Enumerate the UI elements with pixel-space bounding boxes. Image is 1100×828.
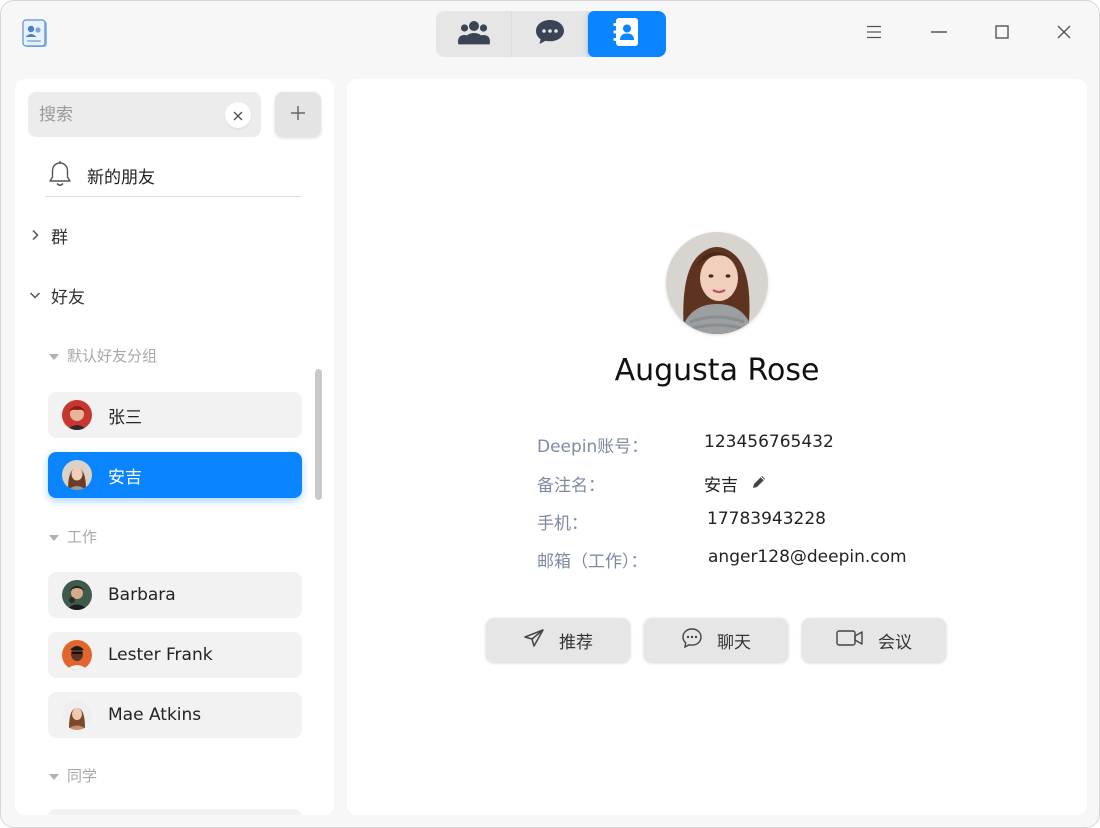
clear-search-button[interactable] xyxy=(225,102,251,128)
group-default-header[interactable]: 默认好友分组 xyxy=(49,343,157,367)
close-icon xyxy=(233,106,243,125)
profile-name: Augusta Rose xyxy=(614,353,820,388)
contacts-window: 新的朋友 群 好友 默认好友分组 xyxy=(0,0,1100,828)
group-classmates-header[interactable]: 同学 xyxy=(49,763,97,787)
maximize-button[interactable] xyxy=(986,18,1018,50)
chats-tab[interactable] xyxy=(512,11,588,57)
chat-icon xyxy=(681,627,703,653)
contact-name: 安吉 xyxy=(108,467,142,488)
avatar xyxy=(62,460,92,490)
pencil-icon[interactable] xyxy=(751,474,767,494)
chat-bubble-icon xyxy=(534,18,566,50)
contact-name: 张三 xyxy=(108,407,142,428)
avatar xyxy=(62,640,92,670)
contact-item-anji[interactable]: 安吉 xyxy=(48,452,302,498)
contact-card-icon xyxy=(613,17,641,51)
group-icon xyxy=(457,18,491,50)
sidebar-scrollbar[interactable] xyxy=(315,369,322,500)
contact-name: Barbara xyxy=(108,585,176,605)
close-window-button[interactable] xyxy=(1048,18,1080,50)
info-value: 123456765432 xyxy=(704,432,834,452)
menu-icon xyxy=(866,24,882,44)
maximize-icon xyxy=(994,24,1010,44)
info-value: 17783943228 xyxy=(707,509,826,529)
section-friends[interactable]: 好友 xyxy=(27,280,85,310)
chevron-right-icon xyxy=(27,227,43,243)
meeting-button[interactable]: 会议 xyxy=(802,618,946,662)
contact-item-mae-atkins[interactable]: Mae Atkins xyxy=(48,692,302,738)
group-work-header[interactable]: 工作 xyxy=(49,524,97,548)
send-icon xyxy=(523,628,545,652)
video-camera-icon xyxy=(836,629,864,651)
search-box xyxy=(28,92,261,137)
section-groups-label: 群 xyxy=(51,227,68,248)
info-value: anger128@deepin.com xyxy=(708,547,907,567)
new-friends-label: 新的朋友 xyxy=(87,168,155,188)
title-bar xyxy=(1,1,1099,67)
info-key: Deepin账号： xyxy=(537,437,649,457)
group-classmates-label: 同学 xyxy=(67,766,98,785)
caret-down-icon xyxy=(49,527,59,546)
minimize-button[interactable] xyxy=(923,18,955,50)
new-friends-item[interactable]: 新的朋友 xyxy=(45,151,301,197)
contacts-app-icon[interactable] xyxy=(19,18,51,50)
plus-icon xyxy=(290,105,306,125)
bell-icon xyxy=(47,160,73,192)
contact-name: Lester Frank xyxy=(108,645,213,665)
contact-name: Mae Atkins xyxy=(108,705,202,725)
profile-avatar xyxy=(666,232,768,334)
avatar xyxy=(62,400,92,430)
info-key: 备注名： xyxy=(537,476,605,496)
group-work-label: 工作 xyxy=(67,527,98,546)
group-default-label: 默认好友分组 xyxy=(67,346,158,365)
minimize-icon xyxy=(930,24,948,44)
contacts-tab[interactable] xyxy=(588,11,666,57)
add-contact-button[interactable] xyxy=(275,92,321,137)
recommend-label: 推荐 xyxy=(559,632,593,653)
info-key: 手机： xyxy=(537,514,588,534)
mode-switcher xyxy=(436,11,666,57)
avatar xyxy=(62,700,92,730)
recommend-button[interactable]: 推荐 xyxy=(486,618,630,662)
search-input[interactable] xyxy=(39,92,219,137)
close-icon xyxy=(1056,24,1072,44)
info-row-remark: 备注名： 安吉 xyxy=(537,471,1037,499)
contact-item-barbara[interactable]: Barbara xyxy=(48,572,302,618)
caret-down-icon xyxy=(49,766,59,785)
section-groups[interactable]: 群 xyxy=(27,220,68,250)
avatar xyxy=(62,580,92,610)
caret-down-icon xyxy=(49,346,59,365)
contact-item-lester-frank[interactable]: Lester Frank xyxy=(48,632,302,678)
info-row-account: Deepin账号： 123456765432 xyxy=(537,432,1037,460)
chat-button[interactable]: 聊天 xyxy=(644,618,788,662)
menu-button[interactable] xyxy=(858,18,890,50)
meeting-label: 会议 xyxy=(878,632,912,653)
contact-item-partial[interactable] xyxy=(48,809,302,815)
chevron-down-icon xyxy=(27,287,43,303)
info-value: 安吉 xyxy=(704,476,738,496)
info-row-email: 邮箱（工作）： anger128@deepin.com xyxy=(537,547,1037,575)
section-friends-label: 好友 xyxy=(51,287,85,308)
contact-item-zhangsan[interactable]: 张三 xyxy=(48,392,302,438)
contacts-sidebar: 新的朋友 群 好友 默认好友分组 xyxy=(15,79,334,815)
groups-tab[interactable] xyxy=(436,11,512,57)
profile-panel: Augusta Rose Deepin账号： 123456765432 备注名：… xyxy=(347,79,1087,815)
info-key: 邮箱（工作）： xyxy=(537,552,648,572)
info-row-phone: 手机： 17783943228 xyxy=(537,509,1037,537)
chat-label: 聊天 xyxy=(717,632,751,653)
